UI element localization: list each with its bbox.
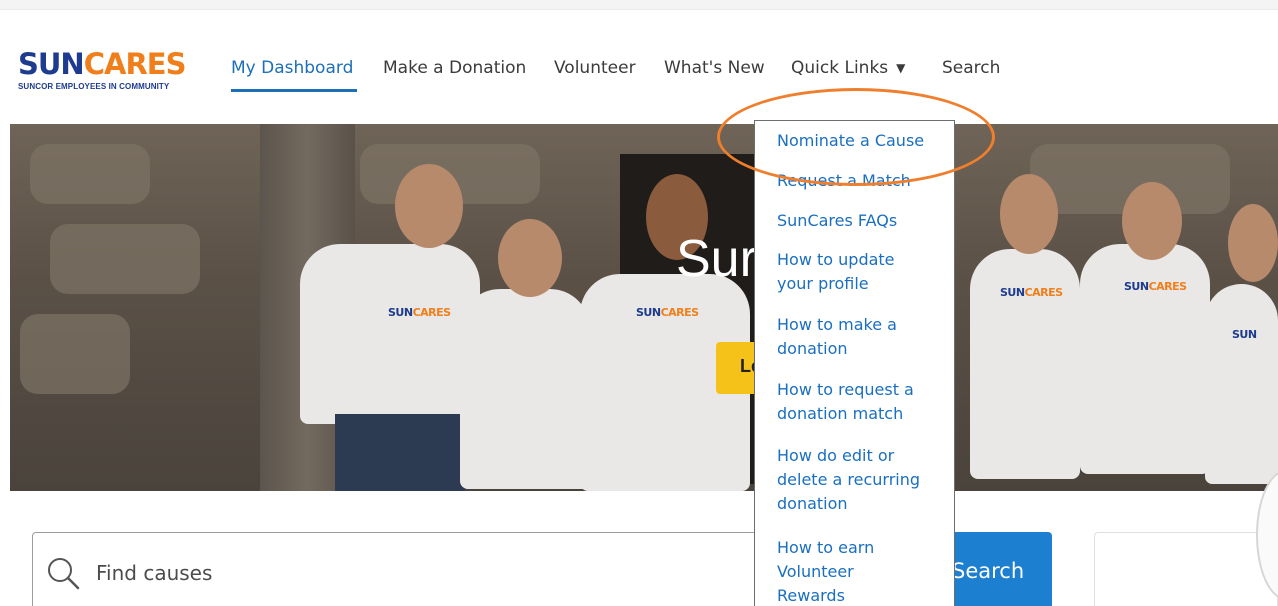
hero-person (460, 289, 590, 489)
quick-link-volunteer-rewards[interactable]: How to earn Volunteer Rewards (777, 536, 874, 606)
hero-person-jeans (335, 414, 465, 491)
top-bar (0, 0, 1278, 10)
hero-person-head (1228, 204, 1278, 282)
hero-person-head (395, 164, 463, 248)
nav-volunteer[interactable]: Volunteer (554, 58, 636, 78)
hero-stone (20, 314, 130, 394)
logo-wordmark: SUNCARES (18, 47, 186, 81)
nav-quick-links[interactable]: Quick Links ▼ (791, 58, 905, 78)
hero-stone (30, 144, 150, 204)
quick-link-suncares-faqs[interactable]: SunCares FAQs (777, 209, 897, 233)
shirt-logo: SUNCARES (636, 306, 699, 319)
side-card (1094, 532, 1278, 606)
nav-my-dashboard[interactable]: My Dashboard (231, 58, 353, 78)
search-input[interactable] (96, 556, 696, 590)
search-icon (48, 558, 80, 590)
nav-quick-links-label: Quick Links (791, 58, 889, 78)
shirt-logo: SUNCARES (388, 306, 451, 319)
shirt-logo: SUNCARES (1000, 286, 1063, 299)
nav-make-a-donation[interactable]: Make a Donation (383, 58, 526, 78)
hero-person-head (1000, 174, 1058, 254)
suncares-logo[interactable]: SUNCARES SUNCOR EMPLOYEES IN COMMUNITY (18, 50, 198, 95)
nav-whats-new[interactable]: What's New (664, 58, 765, 78)
quick-links-dropdown: Nominate a Cause Request a Match SunCare… (754, 120, 955, 606)
quick-link-make-donation[interactable]: How to make a donation (777, 313, 897, 361)
annotation-ellipse (717, 88, 995, 186)
logo-tagline: SUNCOR EMPLOYEES IN COMMUNITY (18, 82, 170, 91)
active-nav-underline (231, 89, 357, 92)
quick-link-edit-recurring-donation[interactable]: How do edit or delete a recurring donation (777, 444, 920, 516)
hero-title: Sur (676, 230, 757, 288)
caret-down-icon: ▼ (896, 61, 906, 75)
quick-link-request-donation-match[interactable]: How to request a donation match (777, 378, 914, 426)
shirt-logo: SUN (1232, 328, 1257, 341)
shirt-logo: SUNCARES (1124, 280, 1187, 293)
hero-person (1080, 244, 1210, 474)
hero-banner: SUNCARES SUNCARES SUNCARES SUNCARES SUN … (10, 124, 1278, 491)
hero-person (300, 244, 480, 424)
quick-link-update-profile[interactable]: How to update your profile (777, 248, 895, 296)
hero-person (1205, 284, 1278, 484)
hero-person-head (498, 219, 562, 297)
nav-search[interactable]: Search (942, 58, 1000, 78)
hero-stone (50, 224, 200, 294)
hero-person (970, 249, 1080, 479)
hero-person-head (1122, 182, 1182, 260)
